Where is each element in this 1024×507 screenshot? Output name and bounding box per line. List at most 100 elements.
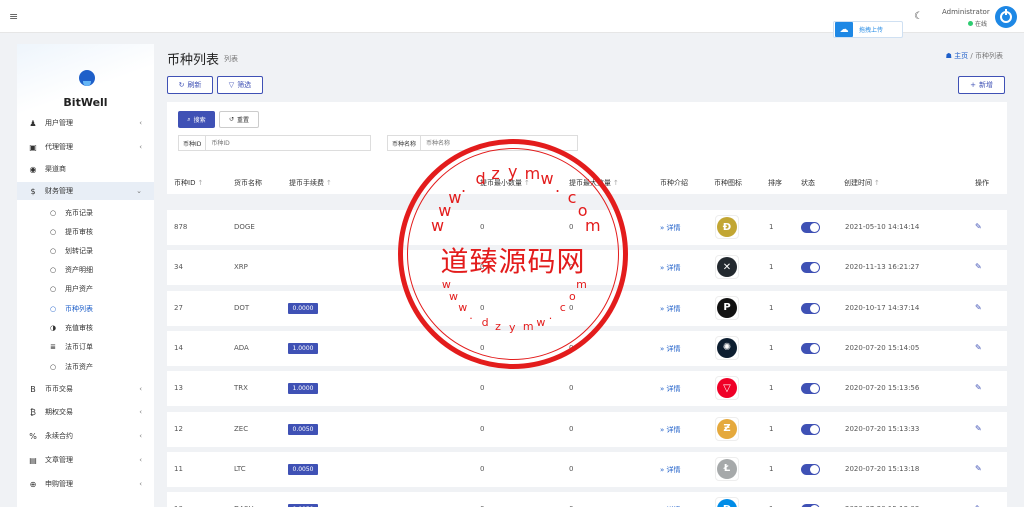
sidebar-item-7[interactable]: ○ 资产明细 (17, 261, 154, 279)
add-button[interactable]: + 新增 (958, 76, 1005, 94)
cell-name: TRX (234, 384, 248, 393)
sidebar-item-17[interactable]: ⊕ 申购管理 ‹ (17, 475, 154, 493)
coin-glyph: ▽ (717, 378, 737, 399)
sidebar-brand: BitWell (63, 96, 108, 109)
add-label: 新增 (978, 81, 993, 89)
col-action: 操作 (975, 179, 989, 187)
reset-label: 重置 (237, 117, 250, 124)
detail-link[interactable]: » 详情 (660, 425, 681, 435)
sidebar-item-9[interactable]: ○ 币种列表 (17, 300, 154, 318)
sort-icon: ↑ (874, 179, 880, 187)
half-circle-icon: ◑ (49, 324, 57, 332)
chevron-icon: ⌄ (136, 187, 142, 195)
sidebar-header: BitWell (17, 44, 154, 114)
chevron-icon: ‹ (139, 408, 142, 416)
sidebar-item-15[interactable]: % 永续合约 ‹ (17, 427, 154, 445)
edit-icon[interactable]: ✎ (975, 343, 982, 352)
status-toggle[interactable] (801, 423, 820, 435)
sidebar-item-1[interactable]: ▣ 代理管理 ‹ (17, 138, 154, 156)
sidebar-item-14[interactable]: ₿ 期权交易 ‹ (17, 403, 154, 421)
edit-icon[interactable]: ✎ (975, 383, 982, 392)
doge-coin-icon: Ð (715, 215, 739, 239)
detail-link[interactable]: » 详情 (660, 223, 681, 233)
coin-id-input[interactable] (206, 136, 370, 150)
watermark-char: m (524, 163, 541, 183)
cell-id: 14 (174, 343, 183, 352)
user-name: Administrator (942, 8, 990, 16)
sidebar-item-0[interactable]: ♟ 用户管理 ‹ (17, 114, 154, 132)
detail-link[interactable]: » 详情 (660, 465, 681, 475)
sidebar-item-16[interactable]: ▤ 文章管理 ‹ (17, 451, 154, 469)
cell-id: 12 (174, 424, 183, 433)
watermark-char: z (495, 319, 501, 333)
col-intro: 币种介绍 (660, 179, 688, 187)
sidebar-item-label: 法币订单 (65, 343, 93, 351)
drag-upload-button[interactable]: ☁ 拖拽上传 (833, 21, 903, 38)
reset-icon: ↺ (228, 116, 234, 123)
cell-fee-badge: 1.0000 (288, 342, 318, 354)
cell-created: 2020-10-17 14:37:14 (845, 303, 920, 312)
breadcrumb-home[interactable]: 主页 (954, 52, 968, 60)
cell-id: 27 (174, 303, 183, 312)
reset-button[interactable]: ↺ 重置 (219, 111, 259, 128)
dark-mode-toggle-icon[interactable]: ☾ (914, 11, 923, 22)
sidebar: BitWell ♟ 用户管理 ‹ ▣ 代理管理 ‹ ◉ 渠道商 $ 财务管理 ⌄ ○ 充币记录 ○ 提币审核… (17, 44, 154, 507)
col-fee[interactable]: 提币手续费 ↑ (289, 178, 332, 188)
status-toggle[interactable] (801, 302, 820, 314)
cell-min: 0 (480, 384, 485, 393)
sidebar-item-5[interactable]: ○ 提币审核 (17, 223, 154, 241)
bitwell-logo-icon (79, 70, 95, 86)
sidebar-item-label: 申购管理 (45, 480, 73, 488)
edit-icon[interactable]: ✎ (975, 303, 982, 312)
sidebar-item-label: 期权交易 (45, 408, 73, 416)
users-icon: ♟ (29, 118, 37, 128)
cell-sort: 1 (769, 223, 774, 231)
sidebar-item-label: 资产明细 (65, 266, 93, 274)
sidebar-item-13[interactable]: B 币币交易 ‹ (17, 380, 154, 398)
detail-link[interactable]: » 详情 (660, 384, 681, 394)
sidebar-item-8[interactable]: ○ 用户资产 (17, 280, 154, 298)
status-toggle[interactable] (801, 262, 820, 274)
coin-glyph: Ł (717, 458, 737, 479)
watermark-text: 道臻源码网 (440, 245, 586, 278)
user-avatar[interactable] (995, 6, 1017, 28)
col-status: 状态 (801, 179, 815, 187)
table-row: 10DASH0.005000» 详情D12020-07-20 15:13:03✎ (167, 492, 1007, 507)
sidebar-item-12[interactable]: ○ 法币资产 (17, 358, 154, 376)
detail-link[interactable]: » 详情 (660, 344, 681, 354)
edit-icon[interactable]: ✎ (975, 424, 982, 433)
sidebar-item-3[interactable]: $ 财务管理 ⌄ (17, 182, 154, 200)
detail-link[interactable]: » 详情 (660, 304, 681, 314)
sidebar-item-10[interactable]: ◑ 充值审核 (17, 319, 154, 337)
refresh-button[interactable]: ↻ 刷新 (167, 76, 213, 94)
watermark-char: . (548, 309, 553, 323)
status-toggle[interactable] (801, 383, 820, 395)
status-toggle[interactable] (801, 463, 820, 475)
edit-icon[interactable]: ✎ (975, 262, 982, 271)
edit-icon[interactable]: ✎ (975, 222, 982, 231)
page-subtitle: 列表 (224, 55, 238, 63)
col-id[interactable]: 币种ID ↑ (174, 178, 203, 188)
coin-name-label: 币种名称 (388, 136, 422, 150)
cell-id: 11 (174, 464, 183, 473)
detail-link[interactable]: » 详情 (660, 263, 681, 273)
search-button[interactable]: ⌕ 搜索 (178, 111, 215, 128)
sidebar-item-4[interactable]: ○ 充币记录 (17, 204, 154, 222)
circle-icon: ○ (49, 228, 57, 236)
status-toggle[interactable] (801, 342, 820, 354)
edit-icon[interactable]: ✎ (975, 464, 982, 473)
menu-toggle-icon[interactable]: ≡ (9, 10, 18, 23)
channel-icon: ◉ (29, 164, 37, 174)
sidebar-item-11[interactable]: ≣ 法币订单 (17, 338, 154, 356)
litecoin-coin-icon: Ł (715, 456, 739, 481)
watermark-char: . (555, 176, 561, 196)
col-created[interactable]: 创建时间 ↑ (844, 178, 880, 188)
watermark-char: . (469, 309, 473, 323)
user-status-label: 在线 (975, 21, 988, 28)
filter-button[interactable]: ▽ 筛选 (217, 76, 263, 94)
sidebar-item-2[interactable]: ◉ 渠道商 (17, 160, 154, 178)
sidebar-item-label: 充币记录 (65, 209, 93, 217)
col-id-label: 币种ID (174, 179, 196, 187)
status-toggle[interactable] (801, 222, 820, 233)
sidebar-item-6[interactable]: ○ 划转记录 (17, 242, 154, 260)
